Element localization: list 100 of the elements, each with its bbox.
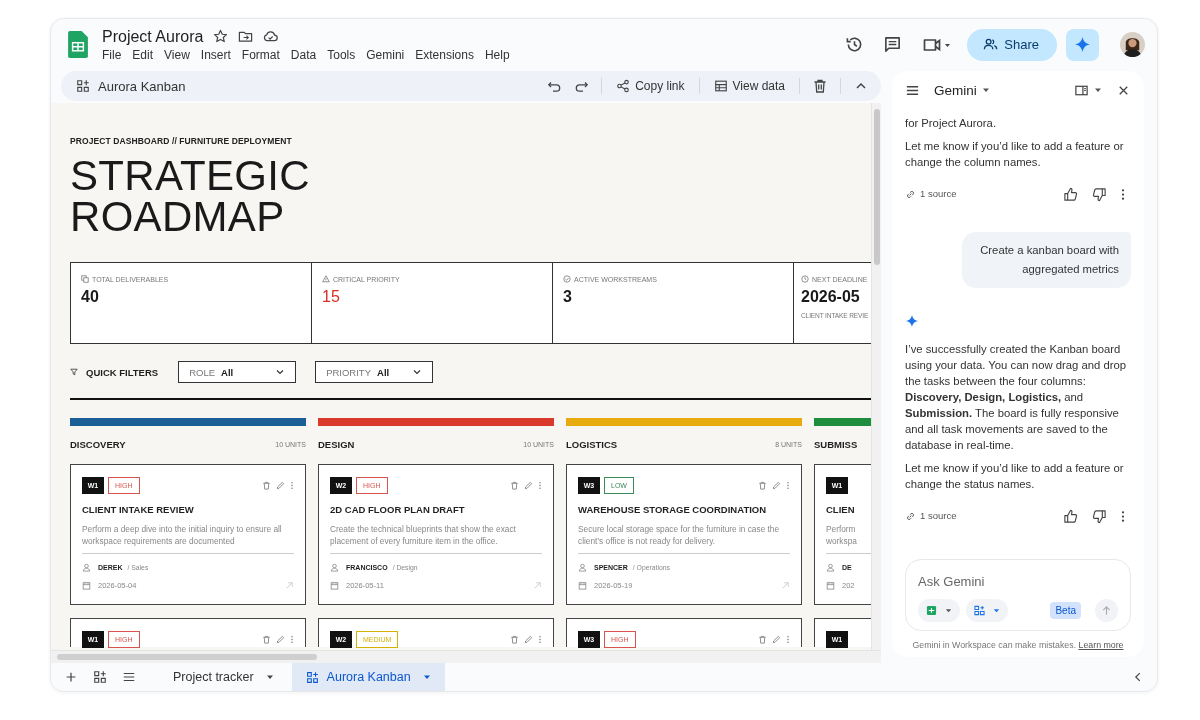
person-icon — [578, 562, 587, 572]
menu-item[interactable]: Gemini — [366, 47, 405, 62]
delete-icon[interactable] — [262, 635, 271, 644]
response-paragraph: Let me know if you’d like to add a feature or change the status names. — [905, 461, 1125, 492]
card-title: CLIEN — [826, 504, 856, 515]
sheet-tab[interactable]: Aurora Kanban — [291, 663, 445, 691]
caret-icon — [945, 607, 952, 614]
column-title: DESIGN — [318, 438, 355, 450]
sheets-source-button[interactable] — [918, 599, 960, 622]
trash-icon — [812, 78, 828, 94]
panel-title[interactable]: Gemini — [934, 82, 977, 98]
menu-item[interactable]: Data — [290, 47, 317, 62]
delete-icon[interactable] — [758, 481, 767, 490]
menu-item[interactable]: Insert — [200, 47, 231, 62]
menu-item[interactable]: Extensions — [415, 47, 474, 62]
dashboard-title: STRATEGIC — [70, 155, 311, 196]
dashboard-icon — [974, 605, 985, 616]
more-icon[interactable] — [1121, 508, 1125, 524]
tools-button[interactable] — [966, 599, 1008, 622]
gemini-button[interactable] — [1066, 28, 1099, 61]
card-description: Create the technical blueprints that show the exact placement of every furniture item in the office. — [330, 523, 517, 547]
check-circle-icon — [563, 275, 571, 283]
view-title: Aurora Kanban — [98, 78, 186, 94]
caret-icon — [265, 673, 274, 681]
caret-icon — [422, 673, 431, 681]
edit-icon[interactable] — [772, 481, 781, 490]
chevron-down-icon — [275, 367, 286, 377]
folder-icon[interactable] — [238, 29, 254, 44]
avatar-icon[interactable] — [1120, 32, 1145, 57]
vertical-scrollbar[interactable] — [871, 103, 881, 650]
caret-icon — [993, 607, 1000, 614]
menu-item[interactable]: Help — [484, 47, 510, 62]
card-description: Secure local storage space for the furniture in case the client’s office is not ready for delivery. — [578, 523, 781, 547]
beta-badge: Beta — [1050, 602, 1081, 619]
metric-value: 2026-05 — [801, 288, 861, 306]
view-data-button[interactable]: View data — [709, 77, 789, 95]
sheet-tab[interactable]: Project tracker — [151, 663, 288, 691]
sheets-icon — [926, 605, 937, 616]
dashboard-icon[interactable] — [93, 670, 107, 684]
comment-icon[interactable] — [883, 35, 903, 54]
add-sheet-icon[interactable] — [64, 670, 78, 684]
response-paragraph: for Project Aurora. — [905, 116, 998, 131]
delete-icon[interactable] — [262, 481, 271, 490]
delete-icon[interactable] — [758, 635, 767, 644]
more-icon[interactable] — [1121, 186, 1125, 202]
thumbs-up-icon[interactable] — [1063, 508, 1078, 524]
edit-icon[interactable] — [524, 635, 533, 644]
dashboard-subtitle: PROJECT DASHBOARD // FURNITURE DEPLOYMENT — [70, 136, 293, 146]
thumbs-down-icon[interactable] — [1092, 186, 1107, 202]
copy-icon — [81, 275, 89, 283]
sources-link[interactable]: 1 source — [920, 508, 957, 524]
metric-value: 40 — [81, 288, 100, 306]
calendar-icon — [578, 580, 587, 590]
sources-link[interactable]: 1 source — [920, 186, 957, 202]
calendar-icon — [330, 580, 339, 590]
filter-dropdown[interactable]: PRIORITY All — [315, 361, 434, 383]
menu-item[interactable]: Tools — [327, 47, 356, 62]
metric-value: 15 — [322, 288, 341, 306]
thumbs-up-icon[interactable] — [1063, 186, 1078, 202]
dashboard-icon — [305, 670, 319, 684]
thumbs-down-icon[interactable] — [1092, 508, 1107, 524]
caret-icon[interactable] — [1094, 86, 1102, 94]
menu-item[interactable]: View — [164, 47, 190, 62]
column-title: SUBMISS — [814, 438, 858, 450]
chevron-down-icon — [412, 367, 423, 377]
edit-icon[interactable] — [276, 481, 285, 490]
copy-link-button[interactable]: Copy link — [612, 77, 689, 95]
delete-icon[interactable] — [510, 481, 519, 490]
filter-dropdown[interactable]: ROLE All — [178, 361, 297, 383]
edit-icon[interactable] — [276, 635, 285, 644]
all-sheets-icon[interactable] — [122, 670, 136, 684]
card-title: WAREHOUSE STORAGE COORDINATION — [578, 504, 768, 515]
dashboard-icon — [76, 79, 90, 93]
caret-icon[interactable] — [981, 86, 990, 94]
edit-icon[interactable] — [524, 481, 533, 490]
send-button[interactable] — [1095, 599, 1118, 622]
delete-icon[interactable] — [510, 635, 519, 644]
learn-more-link[interactable]: Learn more — [1078, 640, 1124, 650]
document-title[interactable]: Project Aurora — [102, 27, 204, 46]
response-paragraph: I’ve successfully created the Kanban board using your data. You can now drag and drop the tasks between the four columns: Discovery, Design, Logistics, and Submission. The board is fully responsive and all task movements are saved to the database in real-time. — [905, 342, 1128, 453]
horizontal-scrollbar[interactable] — [51, 650, 881, 663]
edit-icon[interactable] — [772, 635, 781, 644]
menu-item[interactable]: Format — [241, 47, 280, 62]
metric-value: 3 — [563, 288, 573, 306]
card-description: Perform a deep dive into the initial inquiry to ensure all workspace requirements are documented — [82, 523, 283, 547]
cloud-icon[interactable] — [263, 29, 279, 44]
prompt-input[interactable]: Ask Gemini — [918, 574, 1118, 589]
sheets-logo-icon[interactable] — [68, 31, 88, 58]
filters-label: QUICK FILTERS — [86, 366, 159, 378]
menu-item[interactable]: File — [102, 47, 122, 62]
table-icon — [713, 79, 728, 93]
calendar-icon — [826, 580, 835, 590]
menu-item[interactable]: Edit — [132, 47, 154, 62]
user-message: Create a kanban board with aggregated metrics — [962, 232, 1131, 288]
calendar-icon — [82, 580, 91, 590]
link-icon — [905, 188, 916, 200]
card-description: Perform workspa — [826, 523, 858, 547]
star-icon[interactable] — [213, 29, 229, 44]
share-button[interactable]: Share — [967, 28, 1057, 61]
filter-icon — [70, 368, 78, 376]
